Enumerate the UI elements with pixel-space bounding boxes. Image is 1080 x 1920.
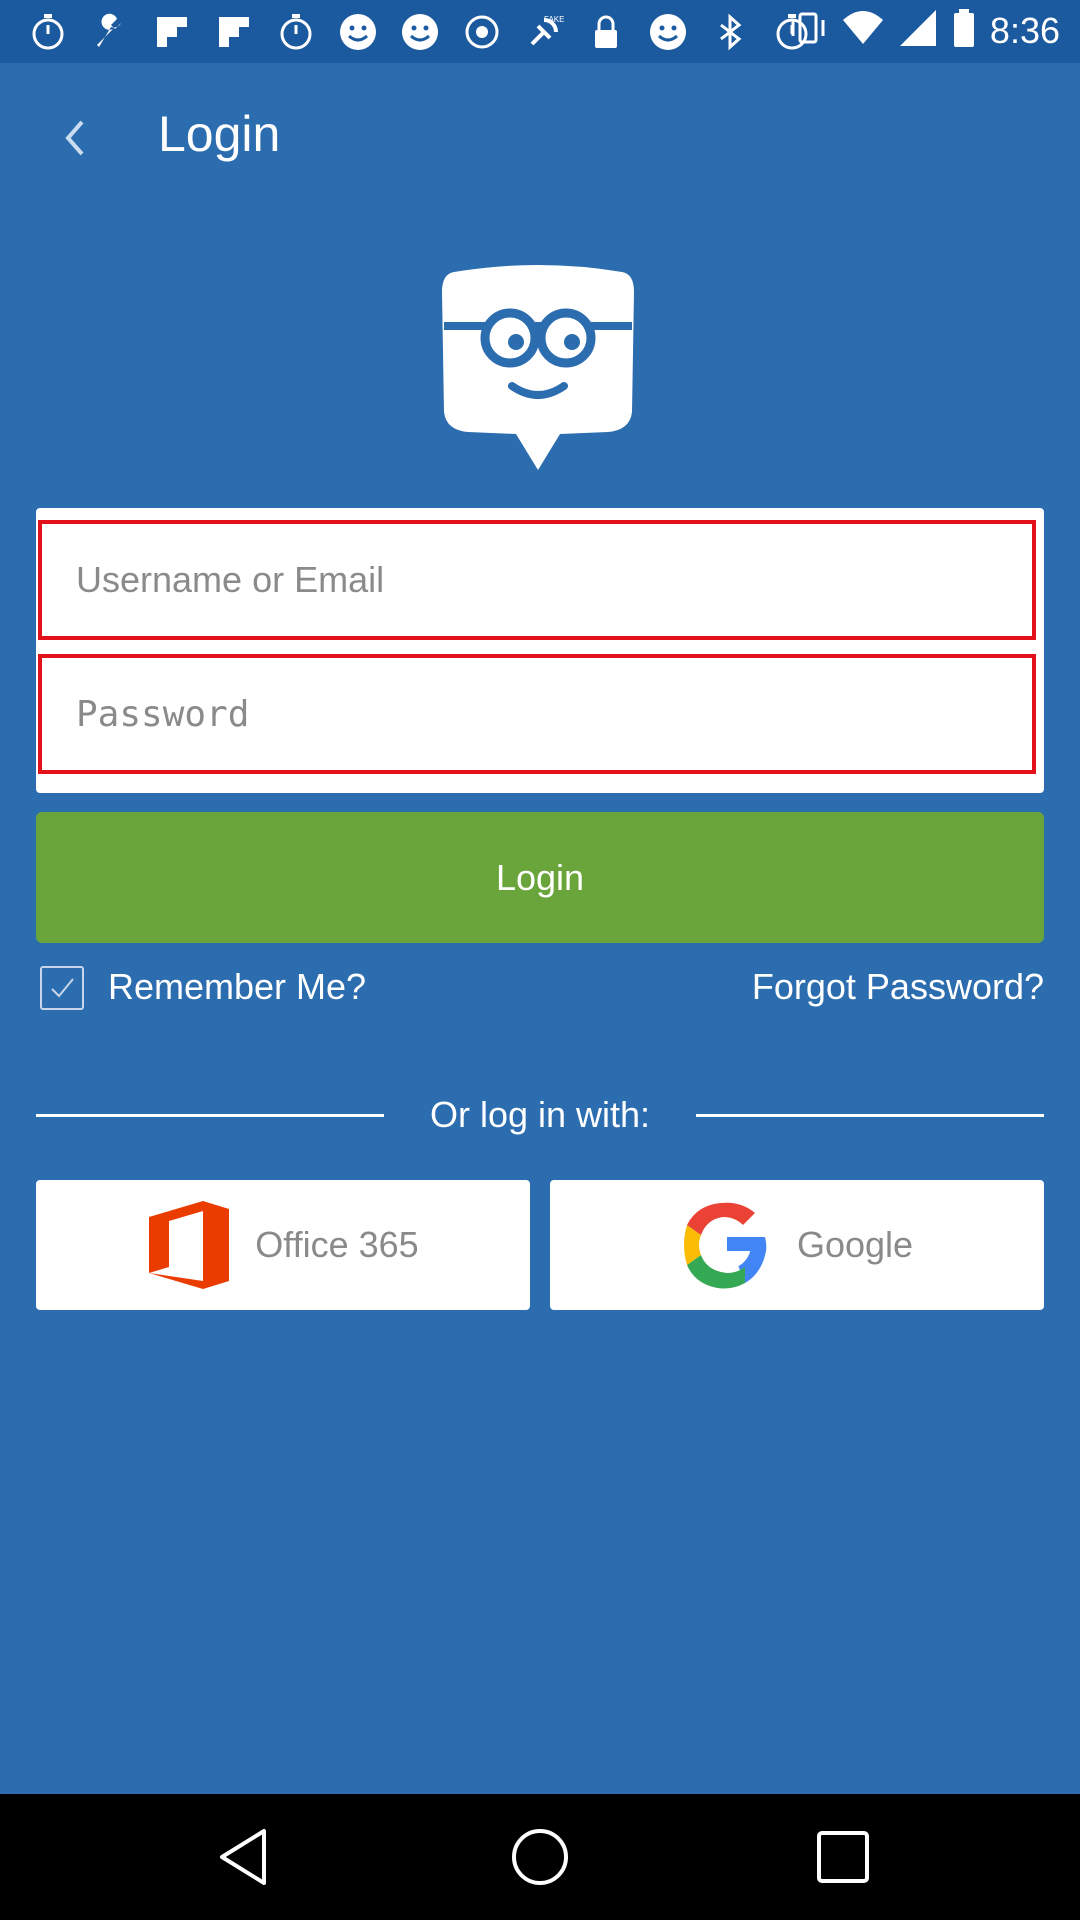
google-label: Google: [796, 1224, 914, 1265]
divider-line: [696, 1114, 1044, 1117]
password-field[interactable]: [38, 654, 1036, 774]
smiley-icon: [396, 8, 444, 56]
system-nav-bar: [0, 1794, 1080, 1920]
nav-recents-button[interactable]: [808, 1822, 878, 1892]
triangle-back-icon: [220, 1829, 266, 1885]
signal-icon: [898, 8, 938, 53]
status-bar: FAKE 8:36: [0, 0, 1080, 63]
fake-gps-icon: FAKE: [520, 8, 568, 56]
nav-back-button[interactable]: [208, 1822, 278, 1892]
smiley-icon: [644, 8, 692, 56]
battery-icon: [952, 8, 976, 53]
clock: 8:36: [989, 9, 1060, 51]
timer-icon: [272, 8, 320, 56]
password-input[interactable]: [42, 658, 1032, 770]
chevron-left-icon: [65, 120, 84, 156]
app-logo: [438, 262, 638, 474]
app-bar: Login: [0, 63, 1080, 208]
alt-login-divider: Or log in with:: [36, 1090, 1044, 1140]
vibrate-icon: [788, 8, 828, 53]
circle-home-icon: [512, 1829, 568, 1885]
square-recents-icon: [817, 1831, 869, 1883]
forgot-password-link[interactable]: Forgot Password?: [752, 966, 1044, 1008]
check-icon: [51, 978, 74, 998]
svg-text:FAKE: FAKE: [544, 15, 564, 24]
bluetooth-icon: [706, 8, 754, 56]
remember-row: Remember Me? Forgot Password?: [40, 962, 1044, 1014]
office365-label: Office 365: [255, 1224, 419, 1265]
office-logo-icon: [149, 1201, 230, 1289]
google-logo-icon: [683, 1202, 767, 1289]
remember-checkbox[interactable]: [40, 966, 84, 1010]
office365-login-button[interactable]: Office 365: [36, 1180, 530, 1310]
google-login-button[interactable]: Google: [550, 1180, 1044, 1310]
page-title: Login: [158, 106, 281, 162]
username-field[interactable]: [38, 520, 1036, 640]
flipboard-icon: [148, 8, 196, 56]
timer-icon: [24, 8, 72, 56]
flipboard-icon: [210, 8, 258, 56]
disc-icon: [458, 8, 506, 56]
username-input[interactable]: [42, 524, 1032, 636]
back-button[interactable]: [40, 103, 110, 173]
notification-icons: FAKE: [24, 8, 816, 56]
login-button[interactable]: Login: [36, 812, 1044, 943]
remember-label[interactable]: Remember Me?: [108, 966, 366, 1008]
lock-icon: [582, 8, 630, 56]
nav-home-button[interactable]: [505, 1822, 575, 1892]
wrench-icon: [86, 8, 134, 56]
wifi-icon: [842, 8, 884, 53]
smiley-icon: [334, 8, 382, 56]
